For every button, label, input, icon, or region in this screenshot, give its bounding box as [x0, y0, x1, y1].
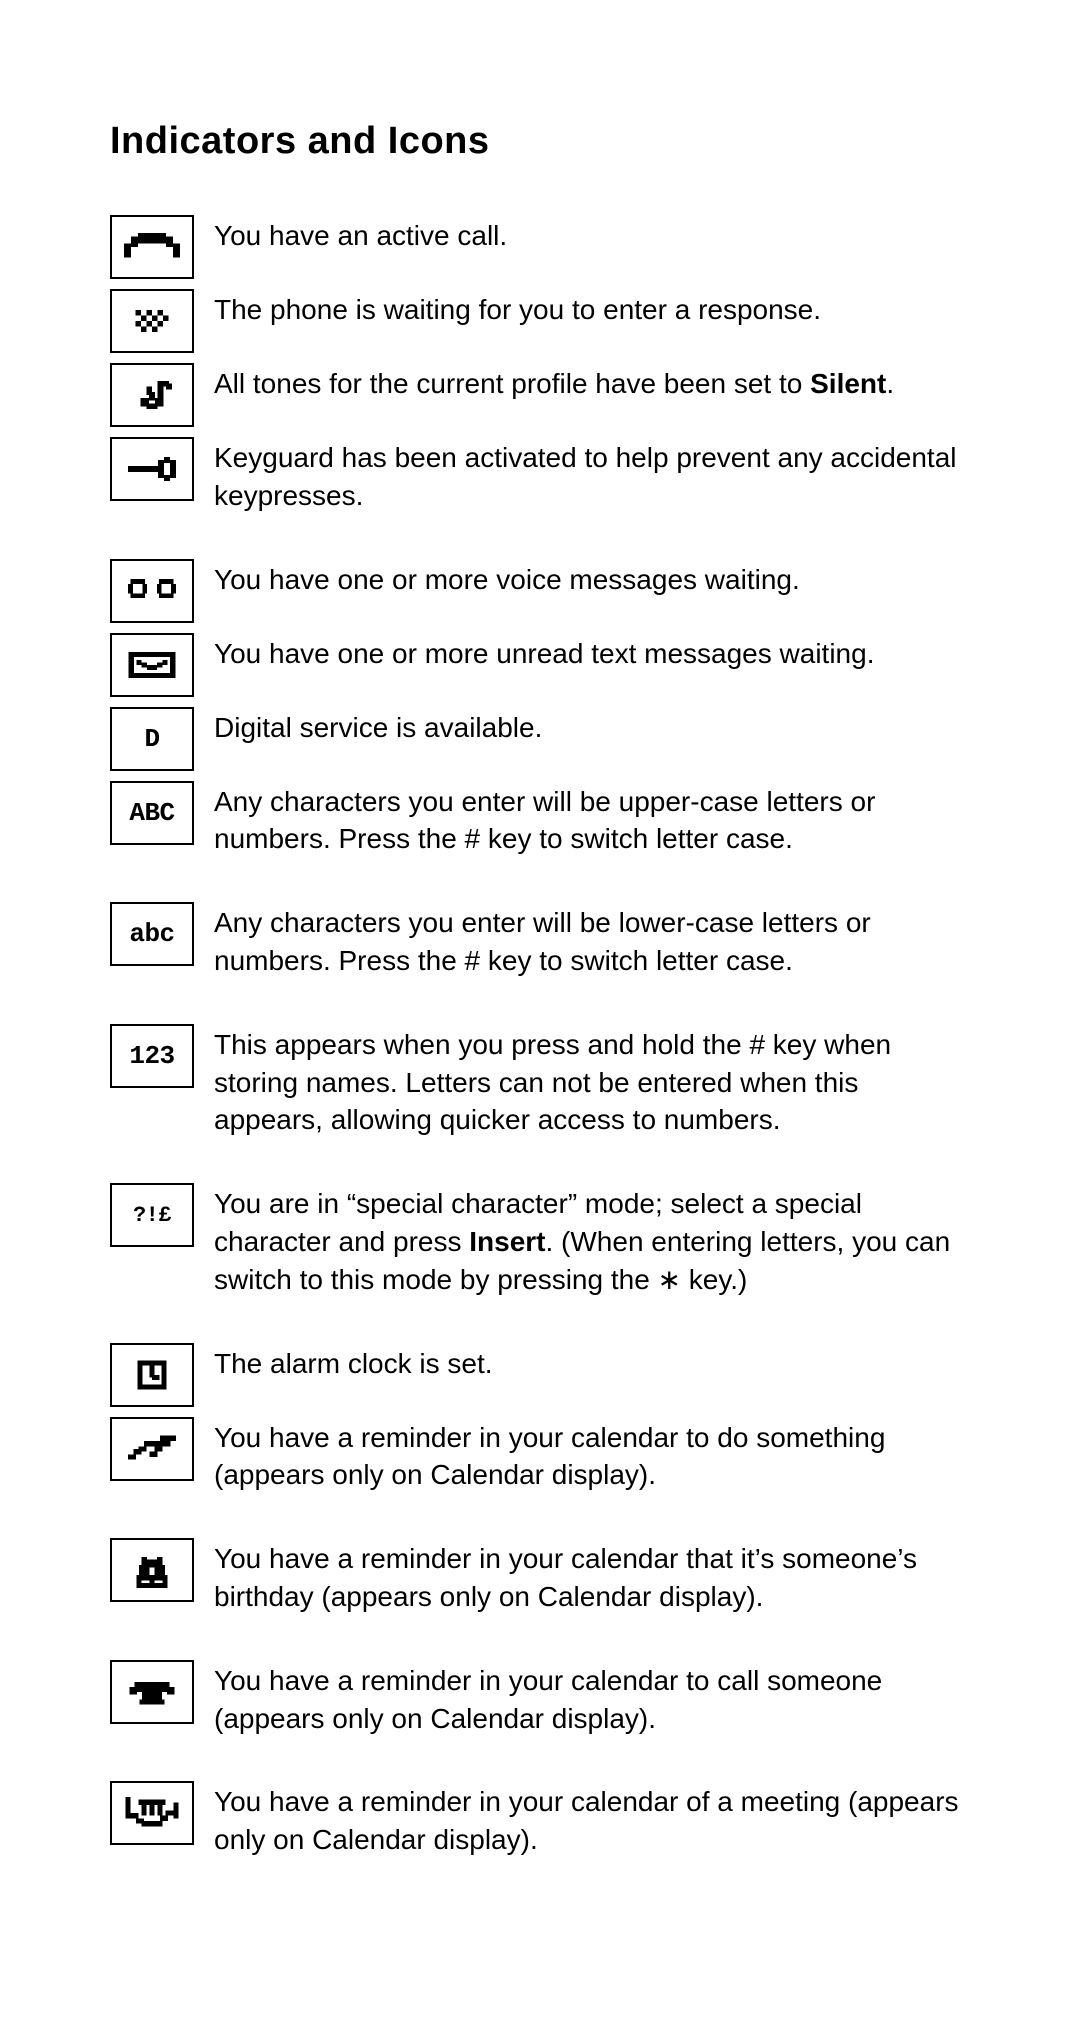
active-call-icon [110, 215, 194, 279]
indicator-desc: The alarm clock is set. [214, 1343, 493, 1383]
indicator-desc: You have a reminder in your calendar tha… [214, 1538, 974, 1616]
document-page: Indicators and Icons You have an active … [0, 0, 1080, 2039]
special-char-mode-icon: ?!£ [110, 1183, 194, 1247]
indicator-row: All tones for the current profile have b… [90, 363, 990, 427]
indicator-row: You have a reminder in your calendar tha… [90, 1538, 990, 1616]
indicator-row: You have a reminder in your calendar to … [90, 1660, 990, 1738]
indicator-desc: Any characters you enter will be lower-c… [214, 902, 974, 980]
indicator-row: ABC Any characters you enter will be upp… [90, 781, 990, 859]
indicator-desc: You have an active call. [214, 215, 507, 255]
indicator-row: abc Any characters you enter will be low… [90, 902, 990, 980]
indicator-desc: The phone is waiting for you to enter a … [214, 289, 821, 329]
indicator-desc: You are in “special character” mode; sel… [214, 1183, 974, 1298]
calendar-birthday-icon [110, 1538, 194, 1602]
indicator-desc: All tones for the current profile have b… [214, 363, 894, 403]
digital-service-icon: D [110, 707, 194, 771]
lowercase-mode-icon: abc [110, 902, 194, 966]
calendar-meeting-icon [110, 1781, 194, 1845]
indicator-row: The phone is waiting for you to enter a … [90, 289, 990, 353]
unread-message-icon [110, 633, 194, 697]
indicator-row: ?!£ You are in “special character” mode;… [90, 1183, 990, 1298]
indicator-row: Keyguard has been activated to help prev… [90, 437, 990, 515]
indicator-desc: Digital service is available. [214, 707, 542, 747]
indicator-row: 123 This appears when you press and hold… [90, 1024, 990, 1139]
indicator-desc: This appears when you press and hold the… [214, 1024, 974, 1139]
silent-profile-icon [110, 363, 194, 427]
indicator-row: You have an active call. [90, 215, 990, 279]
indicator-desc: You have a reminder in your calendar of … [214, 1781, 974, 1859]
indicator-desc: Any characters you enter will be upper-c… [214, 781, 974, 859]
indicator-desc: Keyguard has been activated to help prev… [214, 437, 974, 515]
number-mode-icon: 123 [110, 1024, 194, 1088]
indicator-row: You have a reminder in your calendar of … [90, 1781, 990, 1859]
indicator-row: The alarm clock is set. [90, 1343, 990, 1407]
indicator-row: D Digital service is available. [90, 707, 990, 771]
indicator-desc: You have a reminder in your calendar to … [214, 1660, 974, 1738]
calendar-reminder-icon [110, 1417, 194, 1481]
indicator-desc: You have a reminder in your calendar to … [214, 1417, 974, 1495]
indicator-row: You have one or more unread text message… [90, 633, 990, 697]
voicemail-icon [110, 559, 194, 623]
indicator-desc: You have one or more unread text message… [214, 633, 874, 673]
indicator-desc: You have one or more voice messages wait… [214, 559, 800, 599]
alarm-set-icon [110, 1343, 194, 1407]
uppercase-mode-icon: ABC [110, 781, 194, 845]
waiting-response-icon [110, 289, 194, 353]
calendar-call-icon [110, 1660, 194, 1724]
indicator-row: You have one or more voice messages wait… [90, 559, 990, 623]
indicator-row: You have a reminder in your calendar to … [90, 1417, 990, 1495]
indicator-list: You have an active call. The phone is wa… [90, 215, 990, 1859]
keyguard-icon [110, 437, 194, 501]
page-title: Indicators and Icons [110, 120, 990, 163]
